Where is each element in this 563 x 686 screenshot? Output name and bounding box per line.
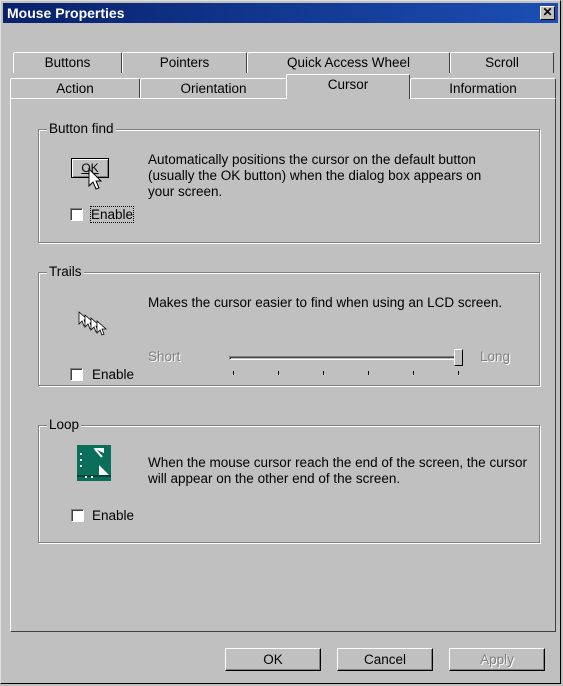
window-title: Mouse Properties [7,5,125,21]
title-bar: Mouse Properties ✕ [3,3,558,23]
button-find-icon: OK [71,158,115,192]
apply-button[interactable]: Apply [449,648,545,671]
trails-description: Makes the cursor easier to find when usi… [148,295,503,310]
cursor-tab-panel: Button find OK Automatically positions t… [10,98,556,632]
button-find-legend: Button find [47,121,116,136]
loop-group: Loop When the mouse cursor reach the end… [38,417,540,543]
slider-thumb[interactable] [454,349,463,366]
loop-enable-checkbox[interactable] [71,509,84,522]
close-button[interactable]: ✕ [540,6,555,20]
cancel-button[interactable]: Cancel [337,648,433,671]
slider-tick [413,371,414,375]
loop-legend: Loop [47,417,82,432]
slider-tick [278,371,279,375]
button-find-description: Automatically positions the cursor on th… [148,152,482,199]
button-find-group: Button find OK Automatically positions t… [38,121,540,243]
tab-cursor[interactable]: Cursor [286,74,410,99]
trails-long-label: Long [480,349,511,364]
tab-scroll[interactable]: Scroll [450,52,554,73]
ok-button[interactable]: OK [225,648,321,671]
button-find-enable-label: Enable [89,206,135,223]
apply-button-label: Apply [480,652,514,667]
slider-track [229,356,463,360]
tab-quick-access-wheel[interactable]: Quick Access Wheel [247,52,450,73]
trails-short-label: Short [148,349,181,364]
tab-information[interactable]: Information [410,78,556,99]
trails-legend: Trails [47,264,84,279]
close-icon: ✕ [542,5,553,19]
tab-buttons[interactable]: Buttons [13,52,122,73]
button-find-enable-checkbox[interactable] [70,208,83,221]
trails-enable-checkbox[interactable] [70,368,83,381]
slider-tick [458,371,459,375]
cancel-button-label: Cancel [363,652,407,667]
mouse-trails-icon [78,311,108,336]
mouse-properties-dialog: Mouse Properties ✕ Buttons Pointers Quic… [0,0,561,684]
tab-orientation[interactable]: Orientation [140,78,287,99]
slider-tick [323,371,324,375]
trails-slider[interactable] [229,349,469,379]
arrow-cursor-icon [88,168,103,190]
tab-action[interactable]: Action [10,78,140,99]
slider-tick [368,371,369,375]
slider-tick [233,371,234,375]
tab-pointers[interactable]: Pointers [122,52,247,73]
screen-loop-icon [77,445,111,481]
loop-enable-label: Enable [92,508,135,523]
loop-description: When the mouse cursor reach the end of t… [148,455,527,486]
trails-group: Trails Makes the cursor easier to find w… [38,264,540,386]
trails-enable-label: Enable [92,367,135,382]
ok-button-label: OK [263,652,283,667]
